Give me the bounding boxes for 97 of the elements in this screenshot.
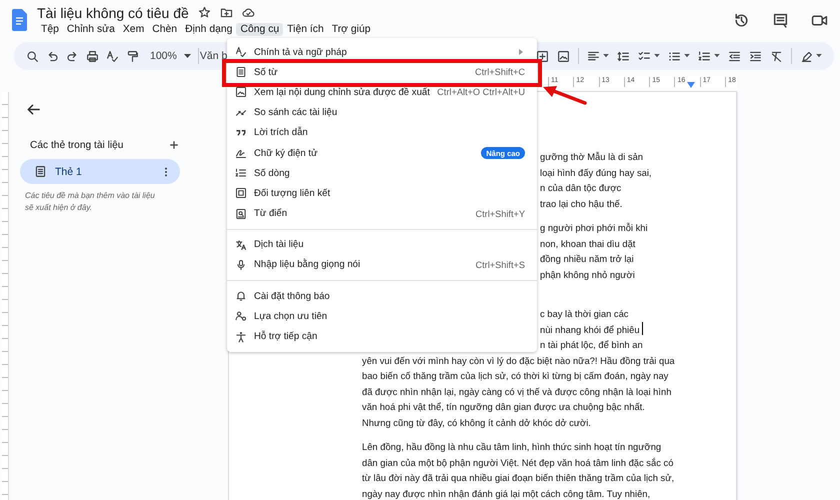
menu-item[interactable]: Từ điển Ctrl+Shift+Y bbox=[227, 204, 537, 224]
comment-icon[interactable] bbox=[772, 12, 789, 28]
decrease-indent-icon[interactable] bbox=[728, 50, 742, 62]
keyboard-shortcut: Ctrl+Shift+S bbox=[475, 260, 525, 270]
text-line: văn hoá phi vật thể, tín ngưỡng dân gian được ưa chuộng bậc nhất. bbox=[362, 401, 645, 412]
back-arrow-icon[interactable] bbox=[26, 102, 41, 117]
redo-icon[interactable] bbox=[66, 50, 79, 62]
keyboard-shortcut: Ctrl+Shift+Y bbox=[475, 208, 525, 219]
spell-check-icon bbox=[235, 46, 247, 58]
dropdown-caret-icon[interactable] bbox=[816, 54, 822, 58]
text-line: phận không nhỏ người bbox=[540, 268, 635, 280]
document-icon bbox=[235, 66, 247, 78]
paint-format-icon[interactable] bbox=[126, 50, 139, 62]
text-line: c bay là thời gian các bbox=[540, 308, 628, 319]
menu-item[interactable]: Dịch tài liệu bbox=[227, 234, 537, 255]
spell-check-icon[interactable] bbox=[106, 50, 119, 62]
add-icon[interactable] bbox=[168, 139, 180, 151]
text-line: dân gian của một bộ phận người Việt. Nét đẹp văn hoá tâm linh đặc sắc có bbox=[362, 456, 674, 468]
document-icon bbox=[34, 165, 47, 178]
bulleted-list-icon[interactable] bbox=[668, 50, 682, 62]
align-left-icon[interactable] bbox=[587, 50, 600, 62]
image-icon bbox=[235, 86, 247, 98]
microphone-icon bbox=[235, 258, 247, 271]
text-line: non, khoan thai dìu dặt bbox=[540, 238, 636, 248]
text-line: Lên đồng, hầu đồng là nhu cầu tâm linh, hình thức sinh hoạt tín ngưỡng bbox=[362, 441, 662, 452]
accessibility-icon bbox=[235, 330, 247, 343]
document-tab[interactable]: Thẻ 1 bbox=[20, 159, 180, 184]
menu-item[interactable]: Lựa chọn ưu tiên bbox=[227, 306, 537, 326]
text-line: n của dân tộc được bbox=[540, 182, 622, 193]
text-line: loại hình đấy đúng hay sai, bbox=[540, 166, 652, 178]
menu-item[interactable]: So sánh các tài liệu bbox=[227, 102, 537, 123]
clear-formatting-icon[interactable] bbox=[770, 50, 784, 62]
numbered-list-icon[interactable] bbox=[698, 50, 712, 62]
pencil-icon[interactable] bbox=[800, 50, 814, 62]
menu-bar-item[interactable]: Chỉnh sửa bbox=[62, 22, 119, 36]
add-box-icon[interactable] bbox=[536, 50, 550, 62]
undo-icon[interactable] bbox=[46, 50, 59, 62]
menu-bar-item[interactable]: Định dạng bbox=[181, 22, 236, 36]
text-style-select[interactable]: Văn b bbox=[200, 50, 228, 62]
dictionary-icon bbox=[235, 208, 247, 220]
text-line: g người phơi phới mỗi khi bbox=[540, 222, 648, 233]
bell-icon bbox=[235, 290, 247, 302]
text-line: trao lại cho hậu thế. bbox=[540, 198, 622, 208]
checklist-icon[interactable] bbox=[638, 50, 652, 62]
cloud-icon[interactable] bbox=[242, 6, 255, 19]
text-line: đã được nhìn nhận lại, ngày càng có vị thế và được công nhận là loại hình bbox=[362, 386, 672, 396]
star-icon[interactable] bbox=[198, 6, 211, 19]
dropdown-caret-icon[interactable] bbox=[654, 54, 660, 58]
keyboard-shortcut: Ctrl+Shift+C bbox=[474, 67, 525, 78]
menu-item[interactable]: Chính tả và ngữ pháp bbox=[227, 42, 537, 62]
image-icon[interactable] bbox=[557, 50, 570, 62]
menu-item[interactable]: Cài đặt thông báo bbox=[227, 286, 537, 306]
folder-icon[interactable] bbox=[220, 6, 233, 19]
menu-bar-item[interactable]: Xem bbox=[118, 22, 148, 36]
menu-item[interactable]: Nhập liệu bằng giọng nói Ctrl+Shift+S bbox=[227, 254, 537, 276]
dropdown-caret-icon[interactable] bbox=[603, 54, 610, 58]
text-line: từ lâu đời này đã trải qua nhiều giai đoạn biến thiên thăng trầm của lịch sử, bbox=[362, 472, 674, 483]
menu-item[interactable]: Số từ Ctrl+Shift+C bbox=[227, 62, 537, 82]
text-line: Nhưng cũng từ đây, có không ít cảnh dở khóc dở cười. bbox=[362, 416, 591, 428]
signature-icon bbox=[235, 147, 247, 160]
menu-item[interactable]: Lời trích dẫn bbox=[227, 122, 537, 143]
docs-logo-icon[interactable] bbox=[12, 9, 27, 31]
text-line: n tài phát lộc, để bình an bbox=[540, 339, 643, 350]
text-line: nùi nhang khói để phiêu bbox=[540, 324, 640, 334]
print-icon[interactable] bbox=[86, 50, 99, 62]
history-icon[interactable] bbox=[733, 12, 750, 28]
dropdown-caret-icon[interactable] bbox=[714, 54, 720, 58]
annotation-arrow bbox=[541, 84, 587, 106]
menu-item[interactable]: Số dòng bbox=[227, 163, 537, 184]
text-line: gưỡng thờ Mẫu là di sản bbox=[540, 151, 644, 162]
menu-item[interactable]: Hỗ trợ tiếp cận bbox=[227, 326, 537, 347]
indent-marker-icon[interactable] bbox=[687, 82, 695, 88]
hint-text: Các tiêu đề mà bạn thêm vào tài liệu sẽ xuất hiện ở đây. bbox=[25, 190, 156, 213]
menu-item[interactable]: Xem lại nội dung chỉnh sửa được đề xuất Ctrl+Alt+O Ctrl+Alt+U bbox=[227, 82, 537, 103]
text-line: yên vui đến với mình hay còn vì lý do đặc biệt nào nữa?! Hầu đồng trải qua bbox=[362, 354, 675, 366]
menu-bar-item[interactable]: Tiện ích bbox=[283, 22, 328, 36]
text-line: ngày nay được nhìn nhận đánh giá lại một cách công tâm. Tuy nhiên, bbox=[362, 488, 650, 498]
dropdown-caret-icon[interactable] bbox=[184, 52, 191, 60]
tabs-heading: Các thẻ trong tài liệu bbox=[30, 140, 124, 150]
menu-bar-item[interactable]: Chèn bbox=[148, 22, 182, 36]
numbered-lines-icon bbox=[235, 167, 247, 180]
menu-item[interactable]: Đối tượng liên kết bbox=[227, 183, 537, 204]
increase-indent-icon[interactable] bbox=[749, 50, 762, 62]
document-title[interactable]: Tài liệu không có tiêu đề bbox=[37, 4, 189, 20]
dropdown-caret-icon[interactable] bbox=[684, 54, 690, 58]
menu-bar-item[interactable]: Trợ giúp bbox=[328, 22, 375, 36]
search-icon[interactable] bbox=[26, 50, 39, 62]
linked-object-icon bbox=[235, 187, 247, 200]
keyboard-shortcut: Ctrl+Alt+O Ctrl+Alt+U bbox=[437, 87, 525, 98]
translate-icon bbox=[235, 238, 247, 251]
menu-bar-item[interactable]: Công cụ bbox=[236, 22, 284, 36]
text-line: bao biến cố thăng trầm của lịch sử, có thời kì từng bị cấm đoán, ngày nay bbox=[362, 370, 668, 381]
line-spacing-icon[interactable] bbox=[617, 50, 630, 62]
menu-bar-item[interactable]: Tệp bbox=[37, 22, 63, 36]
text-line: đồng nhiều năm trở lại bbox=[540, 253, 634, 264]
zoom-select[interactable]: 100% bbox=[150, 50, 177, 62]
person-gear-icon bbox=[235, 310, 247, 322]
